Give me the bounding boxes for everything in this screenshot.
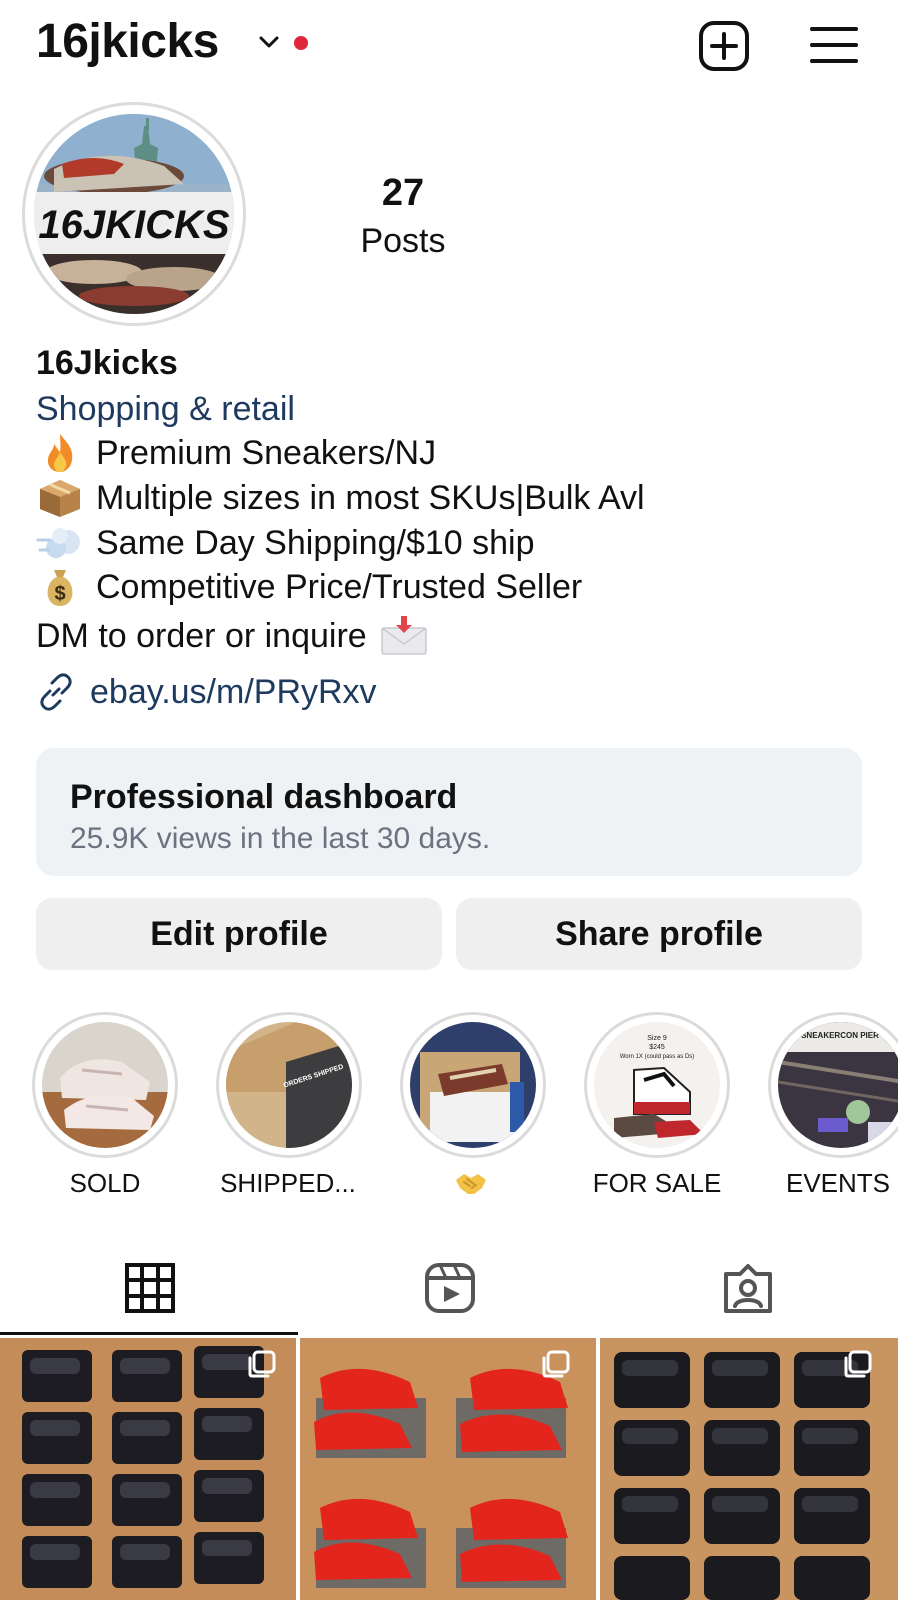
account-username[interactable]: 16jkicks	[36, 14, 219, 69]
posts-label[interactable]: Posts	[340, 222, 466, 261]
bio-text: Same Day Shipping/$10 ship	[96, 523, 535, 562]
bio-dm-line: DM to order or inquire	[36, 616, 429, 656]
posts-count[interactable]: 27	[350, 172, 456, 215]
profile-link-text[interactable]: ebay.us/m/PRyRxv	[90, 673, 377, 712]
dashboard-title: Professional dashboard	[70, 778, 458, 816]
plus-square-icon[interactable]	[698, 20, 750, 72]
money-bag-emoji-icon: $	[47, 570, 73, 606]
hamburger-menu-icon[interactable]	[810, 24, 858, 66]
multiple-photos-icon	[844, 1350, 872, 1378]
handshake-emoji-icon	[456, 1174, 486, 1194]
highlight-label: EVENTS	[786, 1168, 891, 1198]
highlight-for-sale[interactable]: Size 9 $245 Worn 1X (could pass as Ds)	[594, 1022, 720, 1148]
link-icon	[40, 673, 72, 711]
profile-link[interactable]: ebay.us/m/PRyRxv	[36, 672, 377, 712]
highlight-overlay-text: SNEAKERCON PIER	[801, 1031, 879, 1040]
bio-text: Competitive Price/Trusted Seller	[96, 567, 583, 606]
highlight-label: SHIPPED...	[220, 1168, 356, 1198]
dashboard-subtitle: 25.9K views in the last 30 days.	[70, 822, 491, 855]
share-profile-button[interactable]: Share profile	[456, 898, 862, 970]
fire-emoji-icon	[47, 434, 73, 472]
tagged-icon[interactable]	[722, 1262, 774, 1314]
bio-line: Multiple sizes in most SKUs|Bulk Avl	[36, 477, 645, 519]
highlight-handshake[interactable]	[410, 1022, 536, 1148]
package-emoji-icon	[40, 480, 80, 517]
bio-line: Same Day Shipping/$10 ship	[36, 522, 535, 564]
envelope-arrow-emoji-icon	[380, 616, 427, 655]
highlight-overlay-text: Size 9	[647, 1035, 667, 1042]
bio-line: $ Competitive Price/Trusted Seller	[36, 566, 582, 608]
bio-text: Premium Sneakers/NJ	[96, 433, 437, 472]
svg-text:$: $	[54, 583, 65, 605]
bio-line: Premium Sneakers/NJ	[36, 432, 436, 474]
profile-category: Shopping & retail	[36, 390, 295, 428]
grid-icon[interactable]	[124, 1262, 176, 1314]
profile-full-name: 16Jkicks	[36, 344, 178, 382]
highlight-label: FOR SALE	[592, 1168, 722, 1198]
bio-text: DM to order or inquire	[36, 616, 367, 655]
highlight-overlay-text: $245	[649, 1044, 665, 1051]
highlight-shipped[interactable]: ORDERS SHIPPED	[226, 1022, 352, 1148]
active-tab-indicator	[0, 1332, 298, 1335]
highlight-sold[interactable]	[42, 1022, 168, 1148]
highlight-label: SOLD	[69, 1168, 141, 1198]
highlight-overlay-text: Worn 1X (could pass as Ds)	[620, 1054, 695, 1060]
multiple-photos-icon	[542, 1350, 570, 1378]
avatar-logo-text: 16JKICKS	[38, 203, 230, 247]
bio-text: Multiple sizes in most SKUs|Bulk Avl	[96, 478, 645, 517]
avatar[interactable]: 16JKICKS	[34, 114, 234, 314]
edit-profile-button[interactable]: Edit profile	[36, 898, 442, 970]
chevron-down-icon[interactable]	[258, 32, 280, 52]
highlight-events[interactable]: SNEAKERCON PIER	[778, 1022, 898, 1148]
notification-dot	[294, 36, 308, 50]
dash-emoji-icon	[36, 528, 80, 558]
reels-icon[interactable]	[424, 1262, 476, 1314]
multiple-photos-icon	[248, 1350, 276, 1378]
